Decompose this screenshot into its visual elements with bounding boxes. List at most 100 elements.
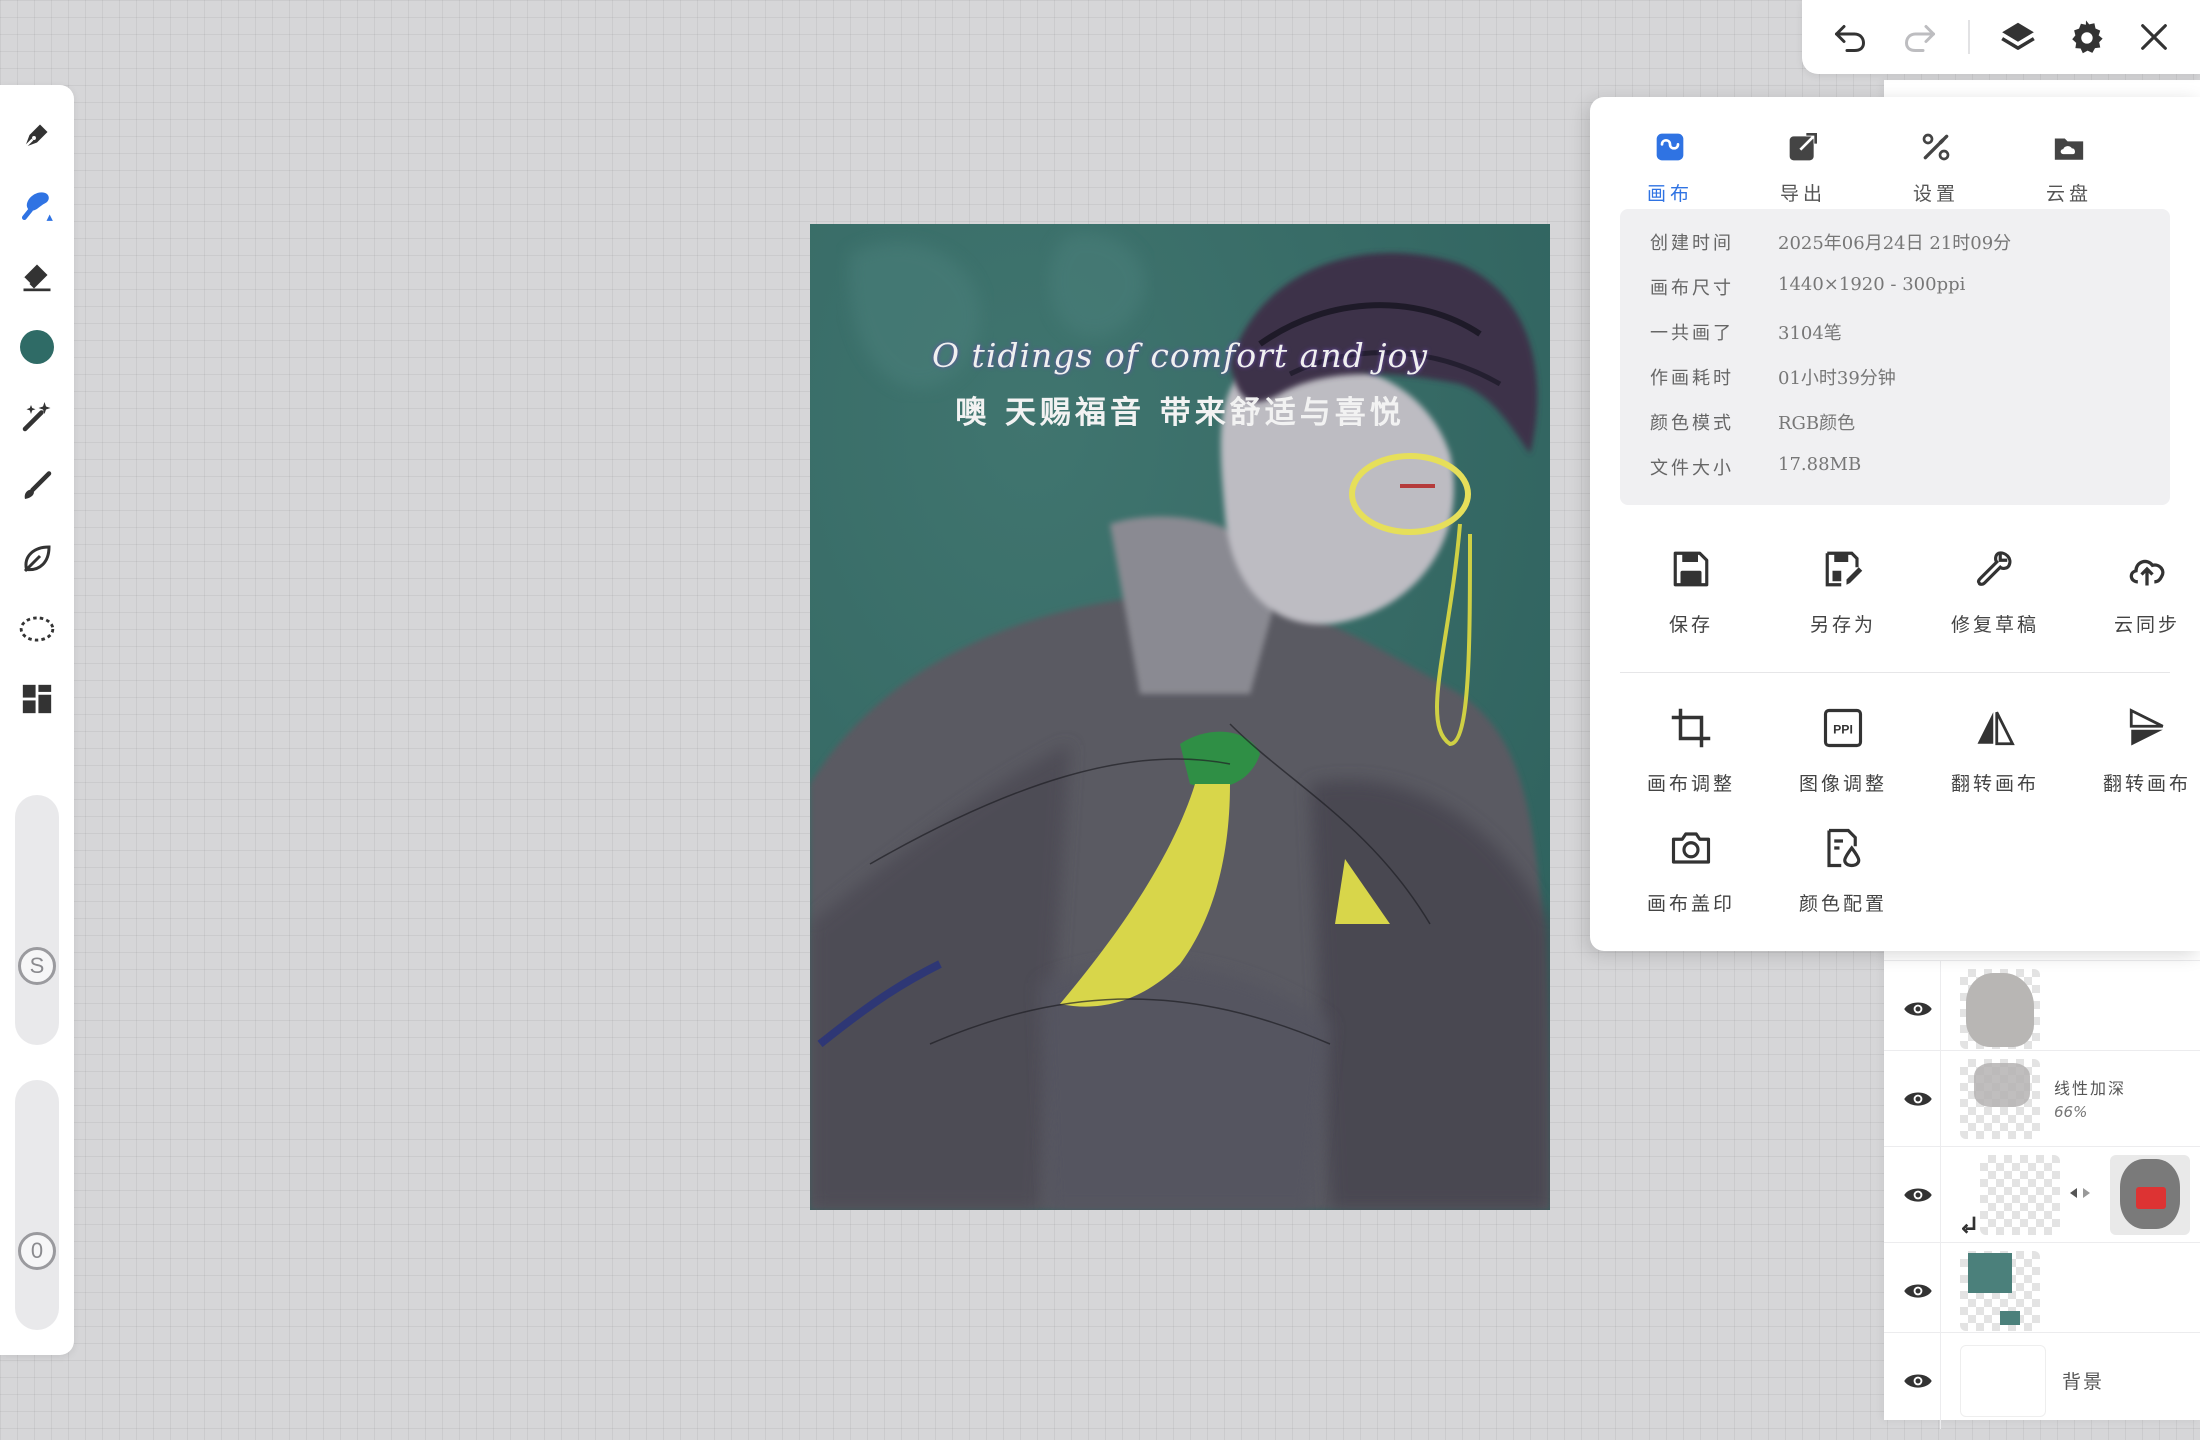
grid-icon xyxy=(22,684,52,714)
brush-tool[interactable] xyxy=(15,183,59,227)
info-row-created: 创建时间 2025年06月24日 21时09分 xyxy=(1650,221,2160,261)
action-label: 云同步 xyxy=(2113,614,2180,636)
info-label: 一共画了 xyxy=(1650,323,1734,344)
layer-row[interactable]: 线性加深 66% xyxy=(1884,1050,2200,1147)
save-as-button[interactable]: 另存为 xyxy=(1778,544,1908,654)
redo-icon xyxy=(1904,25,1935,52)
eye-icon[interactable] xyxy=(1900,1273,1936,1309)
layer-divider xyxy=(1940,1147,1941,1243)
info-value: RGB颜色 xyxy=(1778,413,1856,434)
smudge-icon xyxy=(24,471,52,499)
toolbar-separator xyxy=(1968,20,1970,54)
eraser-icon xyxy=(22,264,51,292)
color-profile-button[interactable]: 颜色配置 xyxy=(1778,823,1908,933)
pen-nib-icon xyxy=(24,124,48,148)
cloud-folder-icon xyxy=(2054,138,2084,160)
canvas-adjust-button[interactable]: 画布调整 xyxy=(1626,703,1756,813)
action-label: 画布调整 xyxy=(1646,773,1735,795)
tab-label: 画布 xyxy=(1646,183,1693,205)
layers-icon xyxy=(2001,22,2035,50)
eye-icon[interactable] xyxy=(1900,1177,1936,1213)
image-adjust-button[interactable]: PPI 图像调整 xyxy=(1778,703,1908,813)
crop-icon xyxy=(1671,708,1711,748)
artwork-caption-chinese: 噢 天赐福音 带来舒适与喜悦 xyxy=(955,395,1405,431)
canvas-stamp-button[interactable]: 画布盖印 xyxy=(1626,823,1756,933)
layer-divider xyxy=(1940,961,1941,1057)
close-button[interactable] xyxy=(2132,15,2176,59)
repair-draft-button[interactable]: 修复草稿 xyxy=(1930,544,2060,654)
flip-vertical-icon xyxy=(2129,708,2164,746)
canvas-menu-popup: 画布 导出 设置 云盘 创建时间 2025年06月24日 21时09分 画布尺寸… xyxy=(1590,97,2200,951)
lasso-fill-tool[interactable] xyxy=(15,537,59,581)
color-tool[interactable] xyxy=(15,325,59,369)
drawing-canvas[interactable]: O tidings of comfort and joy 噢 天赐福音 带来舒适… xyxy=(810,224,1550,1210)
export-icon xyxy=(1789,133,1817,161)
redo-button[interactable] xyxy=(1898,15,1942,59)
flip-canvas-horizontal-button[interactable]: 翻转画布 xyxy=(1930,703,2060,813)
action-label: 翻转画布 xyxy=(1950,773,2039,795)
info-label: 画布尺寸 xyxy=(1650,278,1734,299)
layer-mask-thumbnail xyxy=(2110,1155,2190,1235)
flip-canvas-vertical-button[interactable]: 翻转画布 xyxy=(2082,703,2200,813)
eye-icon[interactable] xyxy=(1900,1081,1936,1117)
smudge-tool[interactable] xyxy=(15,465,59,509)
action-label: 修复草稿 xyxy=(1950,614,2039,636)
layer-divider xyxy=(1940,1051,1941,1147)
wrench-icon xyxy=(1976,551,2012,586)
cloud-sync-button[interactable]: 云同步 xyxy=(2082,544,2200,654)
action-label: 图像调整 xyxy=(1798,773,1887,795)
brush-opacity-slider[interactable]: 0 xyxy=(15,1080,59,1330)
brush-icon xyxy=(21,192,53,221)
tab-cloud-drive[interactable]: 云盘 xyxy=(2019,115,2119,215)
action-label: 另存为 xyxy=(1809,614,1876,636)
layer-opacity: 66% xyxy=(2054,1103,2088,1121)
info-label: 作画耗时 xyxy=(1650,368,1734,389)
layer-divider xyxy=(1940,1333,1941,1429)
layer-row[interactable] xyxy=(1884,1146,2200,1243)
layer-blend-mode: 线性加深 xyxy=(2054,1079,2127,1098)
color-profile-icon xyxy=(1827,828,1861,868)
selection-tool[interactable] xyxy=(15,607,59,651)
tools-icon xyxy=(1922,133,1950,161)
settings-button[interactable] xyxy=(2064,15,2108,59)
info-label: 文件大小 xyxy=(1650,458,1734,479)
gallery-tool[interactable] xyxy=(15,677,59,721)
layer-row[interactable]: 背景 xyxy=(1884,1332,2200,1429)
brush-size-slider[interactable]: S xyxy=(15,795,59,1045)
undo-button[interactable] xyxy=(1828,15,1872,59)
brush-opacity-label: 0 xyxy=(30,1238,44,1263)
brush-opacity-knob[interactable]: 0 xyxy=(18,1232,56,1270)
save-button[interactable]: 保存 xyxy=(1626,544,1756,654)
layer-row[interactable] xyxy=(1884,1242,2200,1339)
eye-icon[interactable] xyxy=(1900,1363,1936,1399)
gear-icon xyxy=(2072,20,2103,54)
magic-wand-tool[interactable] xyxy=(15,395,59,439)
layer-thumbnail xyxy=(1960,969,2040,1049)
pen-tool[interactable] xyxy=(15,113,59,157)
tab-settings[interactable]: 设置 xyxy=(1886,115,1986,215)
eye-icon[interactable] xyxy=(1900,991,1936,1027)
brush-size-knob[interactable]: S xyxy=(18,947,56,985)
layers-button[interactable] xyxy=(1996,15,2040,59)
layer-row[interactable] xyxy=(1884,960,2200,1057)
info-label: 创建时间 xyxy=(1650,233,1734,254)
info-row-color-mode: 颜色模式 RGB颜色 xyxy=(1650,401,2160,441)
tab-canvas[interactable]: 画布 xyxy=(1620,115,1720,215)
tab-label: 导出 xyxy=(1779,183,1826,205)
info-value: 2025年06月24日 21时09分 xyxy=(1778,233,2012,254)
clipping-arrow-icon xyxy=(1962,1215,1978,1237)
info-value: 17.88MB xyxy=(1778,454,1862,475)
tab-export[interactable]: 导出 xyxy=(1753,115,1853,215)
action-label: 翻转画布 xyxy=(2102,773,2191,795)
layer-thumbnail xyxy=(1960,1251,2040,1331)
eraser-tool[interactable] xyxy=(15,253,59,297)
svg-text:PPI: PPI xyxy=(1833,722,1853,736)
action-label: 画布盖印 xyxy=(1646,893,1735,915)
close-icon xyxy=(2141,24,2167,50)
save-as-icon xyxy=(1825,551,1863,587)
canvas-info-panel: 创建时间 2025年06月24日 21时09分 画布尺寸 1440×1920 -… xyxy=(1620,209,2170,505)
info-row-strokes: 一共画了 3104笔 xyxy=(1650,311,2160,351)
canvas-icon xyxy=(1656,133,1684,161)
ppi-icon: PPI xyxy=(1823,708,1863,748)
info-value: 1440×1920 - 300ppi xyxy=(1778,274,1966,295)
